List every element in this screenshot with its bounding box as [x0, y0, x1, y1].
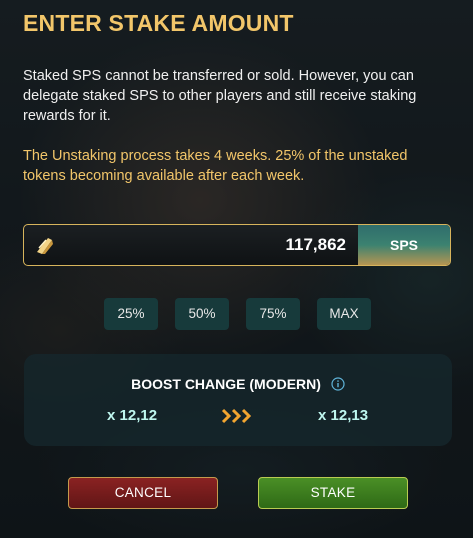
info-icon[interactable]: [331, 377, 345, 391]
stake-amount-value: 117,862: [285, 235, 346, 254]
sps-token-icon: [34, 234, 56, 256]
stake-button[interactable]: STAKE: [258, 477, 408, 509]
unstaking-note: The Unstaking process takes 4 weeks. 25%…: [23, 148, 408, 184]
boost-title: BOOST CHANGE (MODERN): [131, 376, 321, 392]
boost-current-value: x 12,12: [107, 407, 158, 424]
quick-amount-row: 25% 50% 75% MAX: [0, 298, 473, 330]
cancel-button[interactable]: CANCEL: [68, 477, 218, 509]
currency-label: SPS: [358, 225, 450, 265]
boost-change-panel: BOOST CHANGE (MODERN) x 12,12 x 12,13: [24, 354, 452, 446]
dialog-title: ENTER STAKE AMOUNT: [23, 10, 294, 36]
pct-50-button[interactable]: 50%: [175, 298, 229, 330]
stake-dialog: ENTER STAKE AMOUNT Staked SPS cannot be …: [0, 0, 473, 538]
stake-amount-field[interactable]: 117,862 SPS: [23, 224, 451, 266]
pct-75-button[interactable]: 75%: [246, 298, 300, 330]
staking-description: Staked SPS cannot be transferred or sold…: [23, 68, 417, 124]
boost-new-value: x 12,13: [318, 407, 369, 424]
boost-title-row: BOOST CHANGE (MODERN): [24, 376, 452, 392]
max-button[interactable]: MAX: [317, 298, 371, 330]
pct-25-button[interactable]: 25%: [104, 298, 158, 330]
triple-chevron-right-icon: [220, 406, 256, 426]
